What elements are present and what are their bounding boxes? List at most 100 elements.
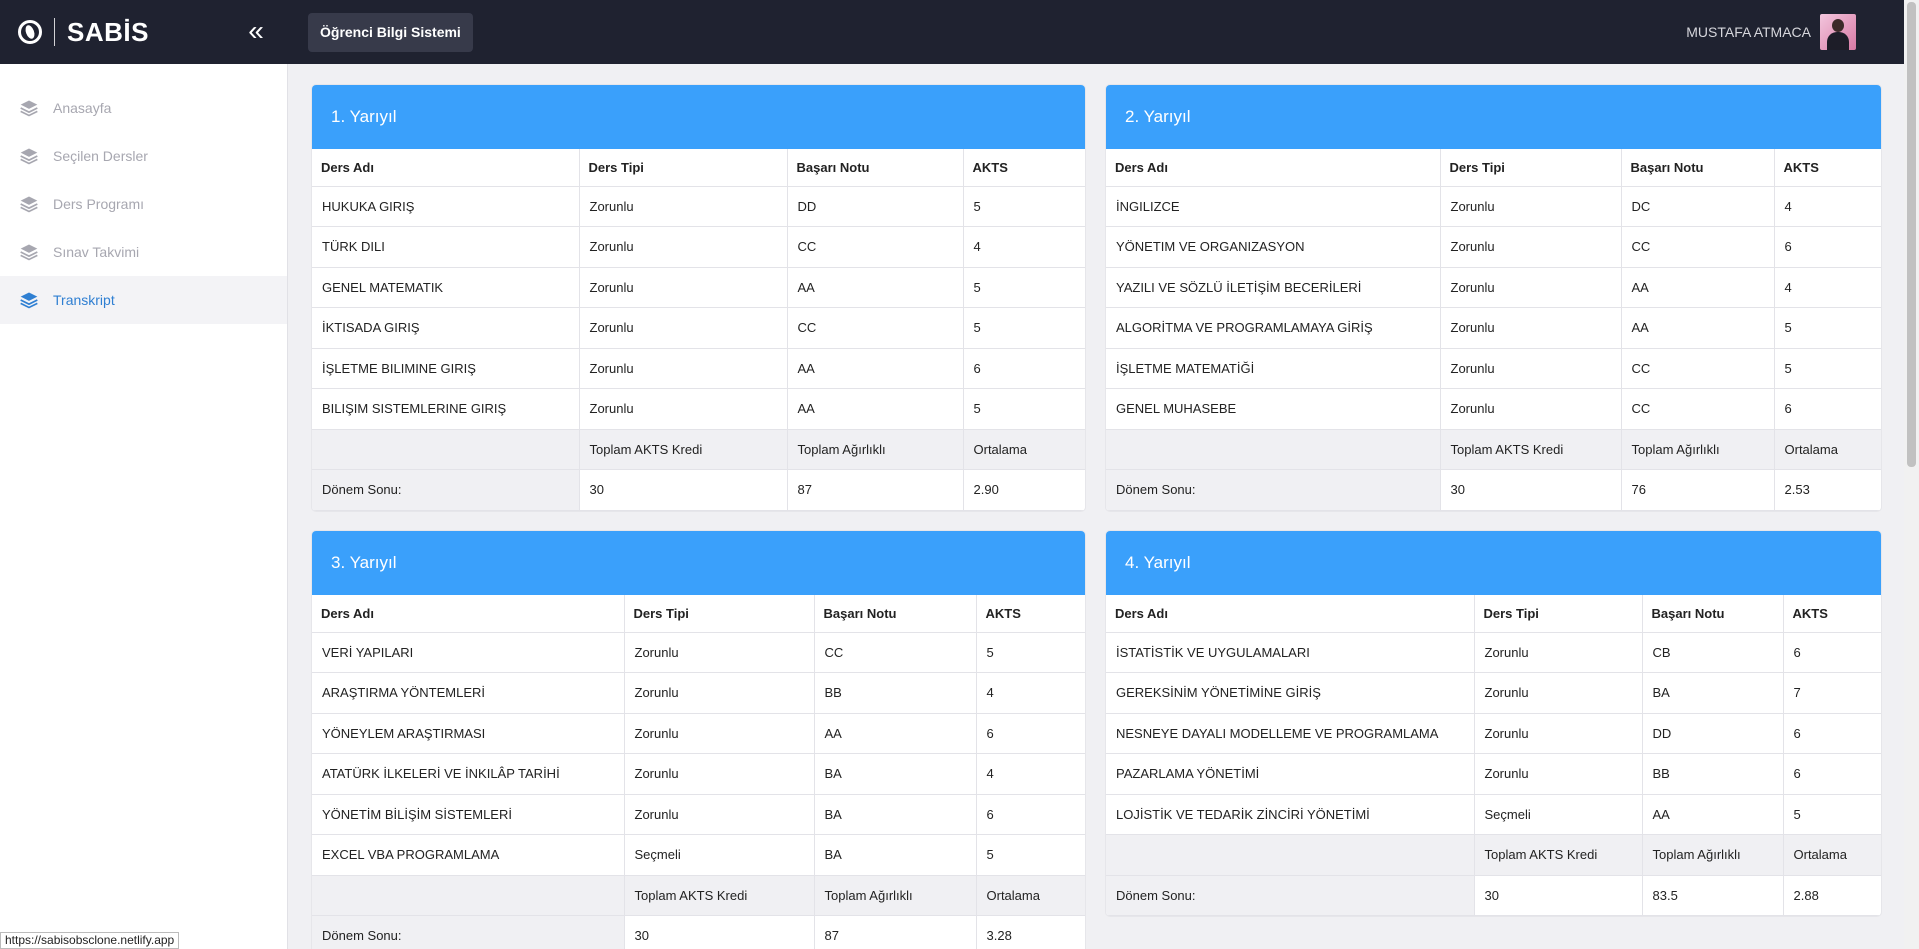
total-weighted-label: Toplam Ağırlıklı [787, 429, 964, 470]
table-cell: BA [814, 794, 977, 835]
average-label: Ortalama [1783, 834, 1881, 876]
table-cell: GENEL MUHASEBE [1106, 388, 1441, 430]
table-cell: 5 [976, 834, 1085, 876]
table-cell: CB [1642, 632, 1784, 673]
total-weighted-label: Toplam Ağırlıklı [814, 875, 977, 916]
table-cell: BB [1642, 753, 1784, 795]
table-cell: DC [1621, 186, 1775, 227]
sidebar-item-4[interactable]: Transkript [0, 276, 287, 324]
sidebar-item-2[interactable]: Ders Programı [0, 180, 287, 228]
table-row: YAZILI VE SÖZLÜ İLETİŞİM BECERİLERİ Zorun… [1106, 267, 1881, 308]
table-cell: YÖNETIM VE ORGANIZASYON [1106, 226, 1441, 268]
table-cell: CC [1621, 226, 1775, 268]
table-cell: TÜRK DILI [312, 226, 580, 268]
table-cell: YÖNEYLEM ARAŞTIRMASI [312, 713, 625, 754]
col-header-name: Ders Adı [1106, 595, 1475, 633]
table-cell: Zorunlu [1440, 348, 1622, 389]
table-cell: 5 [963, 186, 1085, 227]
summary-header-row: Toplam AKTS Kredi Toplam Ağırlıklı Ortal… [312, 429, 1085, 470]
sidebar-item-3[interactable]: Sınav Takvimi [0, 228, 287, 276]
col-header-type: Ders Tipi [624, 595, 815, 633]
avatar[interactable] [1820, 14, 1856, 50]
table-cell: 5 [1774, 348, 1881, 389]
summary-row: Dönem Sonu: 30 83.5 2.88 [1106, 875, 1881, 916]
table-cell: DD [787, 186, 964, 227]
table-cell: Zorunlu [579, 186, 788, 227]
layers-icon [20, 244, 38, 261]
table-cell: ATATÜRK İLKELERİ VE İNKILÂP TARİHİ [312, 753, 625, 795]
table-row: İŞLETME MATEMATİĞİ Zorunlu CC 5 [1106, 348, 1881, 389]
table-cell: Zorunlu [1440, 307, 1622, 349]
summary-row: Dönem Sonu: 30 87 3.28 [312, 915, 1085, 949]
table-cell: 6 [1783, 713, 1881, 754]
total-weighted-label: Toplam Ağırlıklı [1642, 834, 1784, 876]
layers-icon [20, 196, 38, 213]
status-bar-url: https://sabisobsclone.netlify.app [0, 932, 180, 949]
table-cell: AA [787, 388, 964, 430]
table-row: HUKUKA GIRIŞ Zorunlu DD 5 [312, 186, 1085, 227]
average-value: 2.88 [1783, 875, 1881, 916]
layers-icon [20, 292, 38, 309]
table-row: NESNEYE DAYALI MODELLEME VE PROGRAMLAMA Z… [1106, 713, 1881, 754]
table-cell: Zorunlu [1474, 713, 1643, 754]
total-ects-value: 30 [1474, 875, 1643, 916]
sabis-logo[interactable]: SABİS [18, 15, 149, 49]
table-cell: YAZILI VE SÖZLÜ İLETİŞİM BECERİLERİ [1106, 267, 1441, 308]
table-cell [312, 875, 625, 916]
table-cell: Zorunlu [579, 348, 788, 389]
page-scrollbar[interactable] [1904, 0, 1919, 949]
table-row: İŞLETME BILIMINE GIRIŞ Zorunlu AA 6 [312, 348, 1085, 389]
scrollbar-thumb[interactable] [1907, 2, 1916, 467]
table-cell: 4 [976, 753, 1085, 795]
average-value: 2.90 [963, 469, 1085, 511]
table-row: TÜRK DILI Zorunlu CC 4 [312, 226, 1085, 268]
col-header-type: Ders Tipi [1440, 149, 1622, 187]
term-end-label: Dönem Sonu: [1106, 875, 1475, 916]
table-cell: Zorunlu [579, 267, 788, 308]
average-value: 2.53 [1774, 469, 1881, 511]
table-row: LOJİSTİK VE TEDARİK ZİNCİRİ YÖNETİMİ Seçm… [1106, 794, 1881, 835]
summary-row: Dönem Sonu: 30 87 2.90 [312, 469, 1085, 511]
average-label: Ortalama [976, 875, 1085, 916]
table-cell: AA [1642, 794, 1784, 835]
table-cell: İNGILIZCE [1106, 186, 1441, 227]
table-cell: 4 [1774, 186, 1881, 227]
table-cell: GENEL MATEMATIK [312, 267, 580, 308]
sidebar-item-0[interactable]: Anasayfa [0, 84, 287, 132]
sidebar-item-label: Ders Programı [53, 196, 145, 212]
table-cell [1106, 834, 1475, 876]
table-cell: Zorunlu [624, 794, 815, 835]
col-header-grade: Başarı Notu [1642, 595, 1784, 633]
table-cell: Zorunlu [579, 226, 788, 268]
semester-card-1: 1. Yarıyıl Ders Adı Ders Tipi Başarı Not… [312, 85, 1085, 511]
table-cell: İŞLETME BILIMINE GIRIŞ [312, 348, 580, 389]
table-row: EXCEL VBA PROGRAMLAMA Seçmeli BA 5 [312, 834, 1085, 876]
total-weighted-value: 87 [814, 915, 977, 949]
col-header-ects: AKTS [1783, 595, 1881, 633]
table-cell: Zorunlu [624, 753, 815, 795]
sidebar-item-label: Seçilen Dersler [53, 148, 148, 164]
table-cell: 5 [1774, 307, 1881, 349]
average-label: Ortalama [1774, 429, 1881, 470]
total-weighted-value: 87 [787, 469, 964, 511]
logo-text: SABİS [67, 16, 149, 47]
col-header-type: Ders Tipi [579, 149, 788, 187]
average-value: 3.28 [976, 915, 1085, 949]
sidebar-item-1[interactable]: Seçilen Dersler [0, 132, 287, 180]
collapse-sidebar-icon[interactable]: « [242, 16, 270, 48]
table-cell: YÖNETİM BİLİŞİM SİSTEMLERİ [312, 794, 625, 835]
semester-card-4: 4. Yarıyıl Ders Adı Ders Tipi Başarı Not… [1106, 531, 1881, 916]
table-cell: İŞLETME MATEMATİĞİ [1106, 348, 1441, 389]
layers-icon [20, 148, 38, 165]
table-cell: Zorunlu [1440, 226, 1622, 268]
table-header-row: Ders Adı Ders Tipi Başarı Notu AKTS [312, 149, 1085, 187]
semester-title: 2. Yarıyıl [1106, 85, 1881, 149]
course-table: Ders Adı Ders Tipi Başarı Notu AKTS İSTAT… [1106, 595, 1881, 916]
table-cell: Zorunlu [1440, 267, 1622, 308]
app-name-badge[interactable]: Öğrenci Bilgi Sistemi [308, 13, 473, 52]
user-menu[interactable]: MUSTAFA ATMACA [1686, 14, 1856, 50]
table-row: ARAŞTIRMA YÖNTEMLERİ Zorunlu BB 4 [312, 672, 1085, 714]
table-cell: 5 [1783, 794, 1881, 835]
table-cell [1106, 429, 1441, 470]
table-row: İSTATİSTİK VE UYGULAMALARI Zorunlu CB 6 [1106, 632, 1881, 673]
